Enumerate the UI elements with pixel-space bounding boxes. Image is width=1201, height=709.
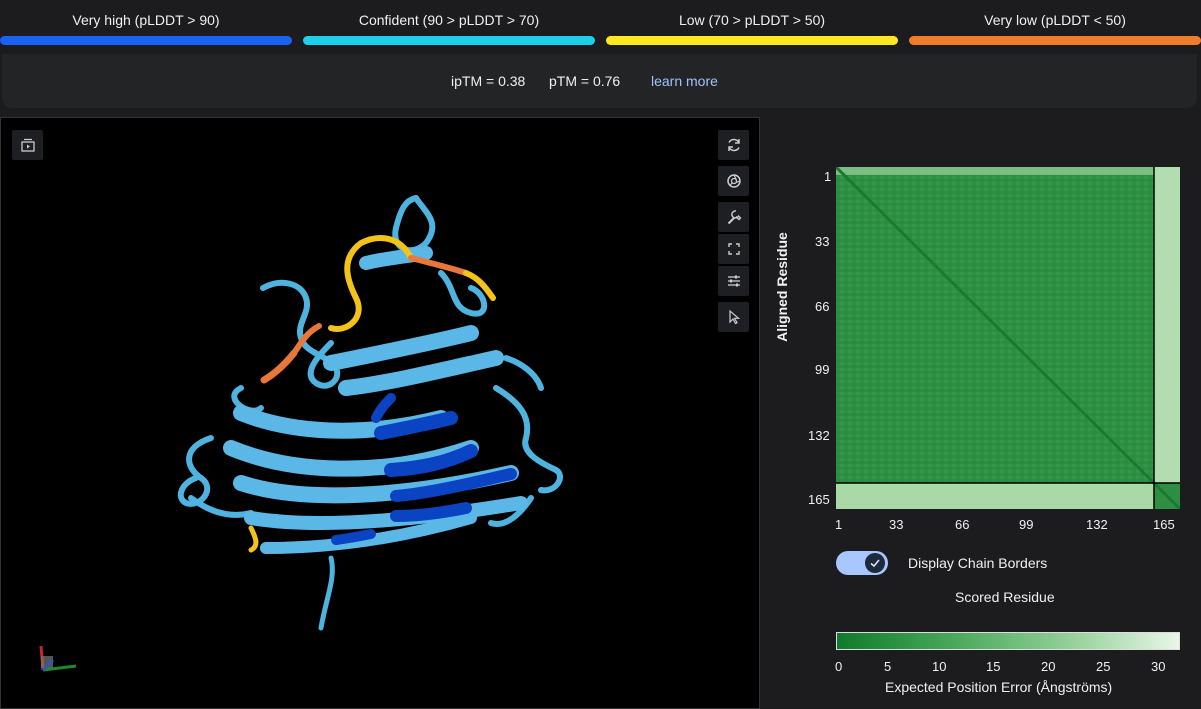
colorbar-tick: 25: [1096, 659, 1111, 674]
ptm-value: pTM = 0.76: [549, 73, 621, 89]
x-tick: 132: [1086, 517, 1108, 532]
legend-swatch: [606, 36, 898, 45]
legend-confident: Confident (90 > pLDDT > 70): [303, 0, 595, 50]
legend-very-high: Very high (pLDDT > 90): [0, 0, 292, 50]
legend-very-low: Very low (pLDDT < 50): [909, 0, 1201, 50]
y-tick: 33: [815, 234, 830, 249]
colorbar-tick: 0: [835, 659, 843, 674]
axes-orientation-icon: [39, 645, 77, 672]
protein-structure[interactable]: [1, 118, 759, 708]
y-tick: 132: [808, 428, 830, 443]
colorbar-title: Expected Position Error (Ångströms): [885, 679, 1113, 695]
x-tick: 33: [889, 517, 904, 532]
chain-borders-label: Display Chain Borders: [908, 555, 1048, 571]
legend-swatch: [303, 36, 595, 45]
legend-swatch: [909, 36, 1201, 45]
colorbar-tick: 10: [932, 659, 947, 674]
legend-low: Low (70 > pLDDT > 50): [606, 0, 898, 50]
colorbar-tick: 20: [1041, 659, 1056, 674]
toggle-knob: [865, 553, 885, 573]
confidence-metrics: ipTM = 0.38 pTM = 0.76 learn more: [2, 54, 1197, 108]
y-axis-title: Aligned Residue: [774, 232, 802, 342]
y-tick: 66: [815, 299, 830, 314]
legend-label: Very high (pLDDT > 90): [72, 12, 220, 28]
colorbar-tick: 5: [884, 659, 892, 674]
plddt-legend: Very high (pLDDT > 90) Confident (90 > p…: [0, 0, 1201, 50]
pae-matrix[interactable]: [836, 167, 1180, 509]
y-tick: 99: [815, 362, 830, 377]
pae-colorbar: [836, 632, 1180, 650]
y-tick: 1: [824, 169, 832, 184]
pae-bottom-band: [836, 483, 1154, 509]
colorbar-tick: 15: [986, 659, 1001, 674]
colorbar-tick: 30: [1151, 659, 1166, 674]
x-tick: 66: [955, 517, 970, 532]
pae-top-band: [836, 167, 1154, 175]
y-axis-title-text: Aligned Residue: [774, 232, 790, 342]
structure-viewer[interactable]: [0, 117, 760, 709]
x-tick: 165: [1153, 517, 1175, 532]
x-tick: 1: [835, 517, 843, 532]
legend-label: Very low (pLDDT < 50): [984, 12, 1126, 28]
legend-label: Low (70 > pLDDT > 50): [678, 12, 826, 28]
learn-more-link[interactable]: learn more: [651, 73, 718, 89]
iptm-value: ipTM = 0.38: [451, 73, 526, 89]
check-icon: [870, 559, 880, 568]
x-tick: 99: [1019, 517, 1034, 532]
chain-borders-toggle[interactable]: [836, 551, 888, 575]
pae-right-band: [1154, 167, 1180, 483]
x-axis-title: Scored Residue: [955, 589, 1055, 605]
y-tick: 165: [808, 492, 830, 507]
pae-panel: Aligned Residue 1 33 66 99 132 165 1 33 …: [760, 117, 1201, 709]
legend-swatch: [0, 36, 292, 45]
legend-label: Confident (90 > pLDDT > 70): [358, 12, 540, 28]
